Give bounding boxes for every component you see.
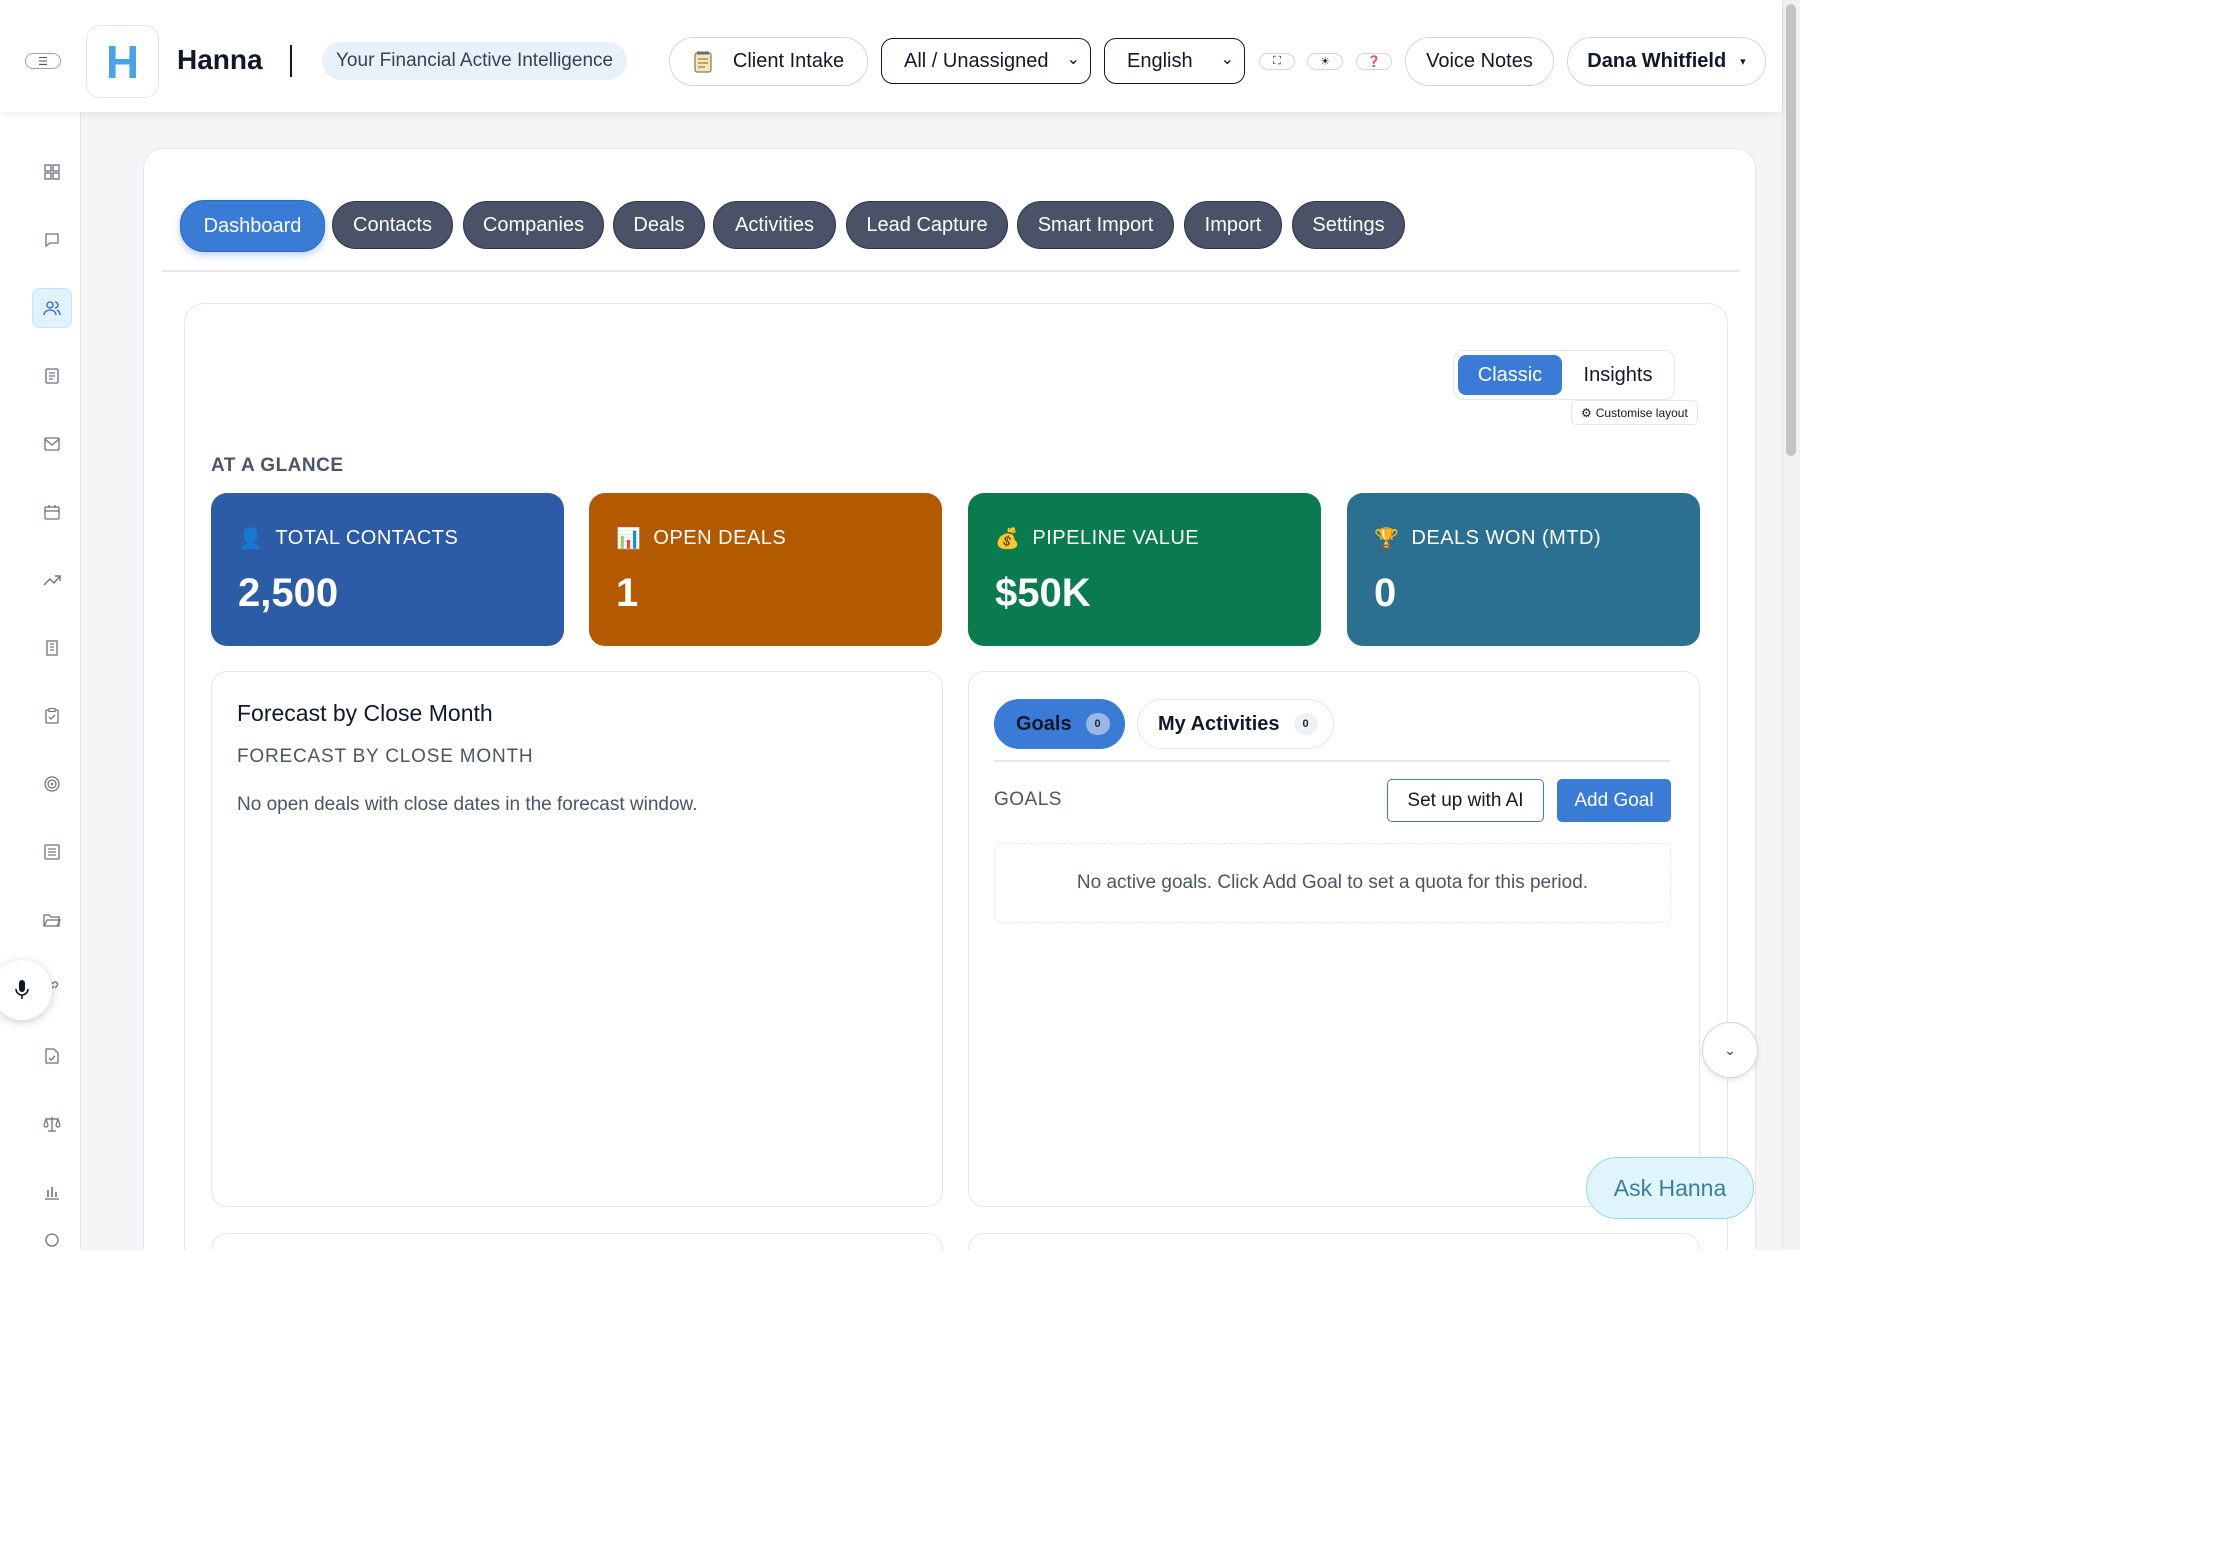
goals-panel (968, 671, 1700, 1207)
at-a-glance-heading: AT A GLANCE (211, 455, 344, 476)
chevron-down-icon: ⌄ (1220, 51, 1234, 68)
bar-chart-icon: 📊 (616, 528, 642, 550)
kpi-pipeline-value[interactable]: 💰 PIPELINE VALUE $50K (968, 493, 1321, 646)
building-icon[interactable] (32, 628, 72, 668)
kpi-value: $50K (995, 571, 1091, 615)
sidebar (0, 112, 81, 1250)
customise-label: Customise layout (1595, 405, 1688, 420)
fullscreen-icon[interactable]: ⛶ (1259, 53, 1295, 70)
gear-icon: ⚙ (1581, 405, 1592, 420)
more-tools-icon[interactable] (32, 1230, 72, 1250)
app-logo[interactable]: H (86, 25, 159, 98)
ask-hanna-button[interactable]: Ask Hanna (1586, 1157, 1754, 1219)
folder-open-icon[interactable] (32, 900, 72, 940)
voice-notes-button[interactable]: Voice Notes (1405, 37, 1554, 86)
add-goal-button[interactable]: Add Goal (1557, 779, 1671, 822)
tab-activities[interactable]: Activities (713, 201, 836, 249)
theme-toggle-icon[interactable]: ☀ (1307, 53, 1343, 70)
kpi-value: 1 (616, 571, 639, 615)
tab-deals[interactable]: Deals (613, 201, 705, 249)
tab-smart-import[interactable]: Smart Import (1017, 201, 1174, 249)
lower-panel-left (211, 1233, 943, 1250)
app-viewport: ☰ H Hanna Your Financial Active Intellig… (0, 0, 1800, 1250)
goals-divider (994, 760, 1670, 762)
language-value: English (1127, 49, 1193, 72)
logo-letter: H (105, 35, 140, 88)
scale-icon[interactable] (32, 1104, 72, 1144)
goals-section-label: GOALS (994, 789, 1062, 810)
kpi-label: PIPELINE VALUE (1032, 527, 1200, 549)
ledger-icon[interactable] (32, 832, 72, 872)
view-classic-button[interactable]: Classic (1458, 355, 1562, 395)
view-insights-button[interactable]: Insights (1565, 355, 1671, 395)
clipboard-check-icon[interactable] (32, 696, 72, 736)
bar-chart-icon[interactable] (32, 1172, 72, 1212)
forecast-title: Forecast by Close Month (237, 700, 493, 726)
help-icon[interactable]: ❓ (1356, 53, 1392, 70)
lower-panel-right (968, 1233, 1700, 1250)
kpi-deals-won[interactable]: 🏆 DEALS WON (MTD) 0 (1347, 493, 1700, 646)
forecast-subtitle: FORECAST BY CLOSE MONTH (237, 746, 534, 767)
tab-companies[interactable]: Companies (463, 201, 604, 249)
tab-import[interactable]: Import (1184, 201, 1282, 249)
scrollbar-thumb[interactable] (1786, 4, 1796, 456)
client-intake-label: Client Intake (732, 50, 845, 72)
forecast-empty-message: No open deals with close dates in the fo… (237, 794, 698, 815)
tagline-badge: Your Financial Active Intelligence (322, 42, 628, 80)
activities-tab-label: My Activities (1158, 712, 1280, 735)
scroll-down-button[interactable]: ⌄ (1702, 1022, 1758, 1078)
assignment-filter-select[interactable]: All / Unassigned ⌄ (881, 38, 1091, 84)
person-icon: 👤 (238, 528, 264, 550)
kpi-label: DEALS WON (MTD) (1411, 527, 1602, 549)
goals-count-badge: 0 (1085, 713, 1110, 735)
caret-down-icon: ▾ (1740, 56, 1746, 68)
contacts-users-icon[interactable] (32, 288, 72, 328)
money-bag-icon: 💰 (995, 528, 1021, 550)
client-intake-button[interactable]: Client Intake (669, 37, 868, 86)
goals-tab-label: Goals (1016, 712, 1072, 735)
user-name: Dana Whitfield (1587, 50, 1727, 72)
dashboard-grid-icon[interactable] (32, 152, 72, 192)
microphone-icon (15, 980, 29, 999)
setup-with-ai-button[interactable]: Set up with AI (1387, 779, 1544, 822)
chat-icon[interactable] (32, 220, 72, 260)
user-menu-button[interactable]: Dana Whitfield ▾ (1567, 37, 1766, 86)
kpi-value: 2,500 (238, 571, 339, 615)
chevron-down-icon: ⌄ (1066, 51, 1080, 68)
target-icon[interactable] (32, 764, 72, 804)
menu-toggle-icon[interactable]: ☰ (25, 53, 61, 69)
tab-my-activities[interactable]: My Activities 0 (1137, 699, 1334, 749)
title-divider (290, 45, 292, 77)
app-name: Hanna (177, 44, 263, 75)
tabs-divider (162, 270, 1740, 272)
tab-lead-capture[interactable]: Lead Capture (846, 201, 1008, 249)
kpi-value: 0 (1374, 571, 1397, 615)
calendar-icon[interactable] (32, 492, 72, 532)
assignment-filter-value: All / Unassigned (904, 49, 1049, 72)
tab-contacts[interactable]: Contacts (332, 201, 453, 249)
kpi-total-contacts[interactable]: 👤 TOTAL CONTACTS 2,500 (211, 493, 564, 646)
file-check-icon[interactable] (32, 1036, 72, 1076)
trophy-icon: 🏆 (1374, 528, 1400, 550)
top-header: ☰ H Hanna Your Financial Active Intellig… (0, 0, 1782, 112)
document-icon[interactable] (32, 356, 72, 396)
tab-dashboard[interactable]: Dashboard (180, 200, 325, 252)
notepad-icon (694, 51, 712, 73)
customise-layout-button[interactable]: ⚙ Customise layout (1571, 400, 1698, 425)
kpi-label: TOTAL CONTACTS (275, 527, 459, 549)
tab-goals[interactable]: Goals 0 (994, 699, 1125, 749)
kpi-open-deals[interactable]: 📊 OPEN DEALS 1 (589, 493, 942, 646)
goals-empty-message: No active goals. Click Add Goal to set a… (994, 843, 1671, 923)
language-select[interactable]: English ⌄ (1104, 38, 1245, 84)
chevron-down-icon: ⌄ (1724, 1041, 1736, 1058)
trend-up-icon[interactable] (32, 560, 72, 600)
voice-notes-label: Voice Notes (1426, 50, 1533, 72)
tab-settings[interactable]: Settings (1292, 201, 1405, 249)
kpi-label: OPEN DEALS (653, 527, 787, 549)
activities-count-badge: 0 (1293, 713, 1318, 735)
mail-icon[interactable] (32, 424, 72, 464)
